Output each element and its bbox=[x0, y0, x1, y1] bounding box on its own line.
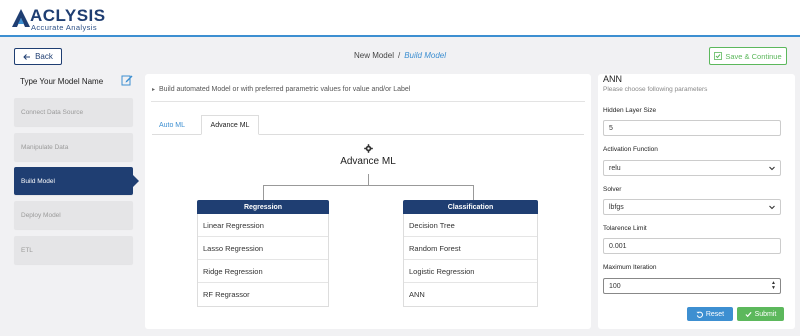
model-builder-panel: ▸ Build automated Model or with preferred… bbox=[145, 74, 591, 329]
tree-connector bbox=[473, 185, 474, 200]
tolerance-limit-label: Tolarence Limit bbox=[603, 225, 647, 232]
tree-connector bbox=[263, 185, 264, 200]
parameters-subtitle: Please choose following parameters bbox=[603, 86, 708, 93]
check-icon bbox=[714, 52, 723, 60]
activation-function-select[interactable]: relu bbox=[603, 160, 781, 176]
algo-logistic-regression[interactable]: Logistic Regression bbox=[404, 260, 537, 283]
maximum-iteration-label: Maximum Iteration bbox=[603, 264, 657, 271]
step-deploy-model[interactable]: Deploy Model bbox=[14, 201, 133, 229]
step-connect-data-source[interactable]: Connect Data Source bbox=[14, 98, 133, 126]
reset-button[interactable]: Reset bbox=[687, 307, 733, 321]
parameters-panel: ANN Please choose following parameters H… bbox=[598, 74, 795, 329]
algo-linear-regression[interactable]: Linear Regression bbox=[198, 214, 328, 237]
breadcrumb-current: Build Model bbox=[404, 51, 447, 60]
solver-value: lbfgs bbox=[609, 203, 624, 211]
step-etl[interactable]: ETL bbox=[14, 236, 133, 264]
classification-list: Decision Tree Random Forest Logistic Reg… bbox=[403, 214, 538, 307]
hidden-layer-size-label: Hidden Layer Size bbox=[603, 107, 657, 114]
solver-select[interactable]: lbfgs bbox=[603, 199, 781, 215]
activation-function-label: Activation Function bbox=[603, 146, 658, 153]
logo-mark-icon bbox=[12, 9, 30, 27]
algo-ann[interactable]: ANN bbox=[404, 283, 537, 306]
breadcrumb-separator: / bbox=[397, 51, 401, 60]
reset-button-label: Reset bbox=[705, 310, 725, 318]
divider bbox=[151, 101, 585, 102]
breadcrumb-parent[interactable]: New Model bbox=[354, 51, 394, 60]
algo-ridge-regression[interactable]: Ridge Regression bbox=[198, 260, 328, 283]
breadcrumb: New Model / Build Model bbox=[0, 51, 800, 60]
save-continue-button[interactable]: Save & Continue bbox=[709, 47, 787, 65]
classification-header: Classification bbox=[403, 200, 538, 214]
tolerance-limit-input[interactable]: 0.001 bbox=[603, 238, 781, 254]
save-continue-label: Save & Continue bbox=[725, 51, 782, 61]
algo-lasso-regression[interactable]: Lasso Regression bbox=[198, 237, 328, 260]
algo-rf-regressor[interactable]: RF Regrassor bbox=[198, 283, 328, 306]
chevron-down-icon bbox=[769, 205, 775, 210]
builder-description: ▸ Build automated Model or with preferred… bbox=[152, 86, 410, 93]
undo-icon bbox=[696, 311, 703, 318]
gear-icon bbox=[364, 144, 373, 153]
tree-connector bbox=[368, 174, 369, 185]
activation-function-value: relu bbox=[609, 164, 621, 172]
selected-algorithm-title: ANN bbox=[603, 74, 623, 84]
tab-auto-ml[interactable]: Auto ML bbox=[152, 115, 192, 135]
tolerance-limit-value: 0.001 bbox=[609, 242, 627, 250]
number-spinner-icon[interactable]: ▲ ▼ bbox=[771, 281, 776, 291]
tab-advance-ml[interactable]: Advance ML bbox=[201, 115, 259, 135]
regression-header: Regression bbox=[197, 200, 329, 214]
step-manipulate-data[interactable]: Manipulate Data bbox=[14, 133, 133, 161]
maximum-iteration-input[interactable]: 100 ▲ ▼ bbox=[603, 278, 781, 294]
regression-list: Linear Regression Lasso Regression Ridge… bbox=[197, 214, 329, 307]
brand-tagline: Accurate Analysis bbox=[31, 23, 97, 32]
check-icon bbox=[745, 311, 752, 317]
tree-connector bbox=[263, 185, 473, 186]
model-name-input[interactable]: Type Your Model Name bbox=[20, 77, 103, 86]
caret-right-icon: ▸ bbox=[152, 87, 156, 93]
hidden-layer-size-input[interactable]: 5 bbox=[603, 120, 781, 136]
brand-logo[interactable]: ACLYSIS Accurate Analysis bbox=[10, 6, 130, 32]
maximum-iteration-value: 100 bbox=[609, 282, 621, 290]
chevron-down-icon bbox=[769, 166, 775, 171]
algo-decision-tree[interactable]: Decision Tree bbox=[404, 214, 537, 237]
builder-description-text: Build automated Model or with preferred … bbox=[159, 86, 411, 93]
edit-icon[interactable] bbox=[121, 74, 133, 86]
solver-label: Solver bbox=[603, 186, 622, 193]
tree-title: Advance ML bbox=[340, 156, 396, 167]
hidden-layer-size-value: 5 bbox=[609, 124, 613, 132]
algo-random-forest[interactable]: Random Forest bbox=[404, 237, 537, 260]
step-build-model[interactable]: Build Model bbox=[14, 167, 139, 195]
ml-tabs: Auto ML Advance ML bbox=[152, 115, 584, 135]
submit-button[interactable]: Submit bbox=[737, 307, 784, 321]
app-header: ACLYSIS Accurate Analysis bbox=[0, 0, 800, 37]
submit-button-label: Submit bbox=[754, 310, 777, 318]
